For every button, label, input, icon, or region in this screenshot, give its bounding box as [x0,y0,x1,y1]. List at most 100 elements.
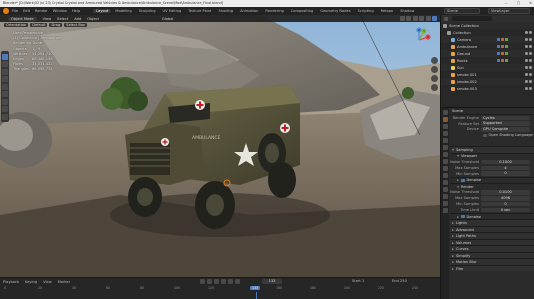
select-tool-icon[interactable] [2,53,8,60]
measure-tool-icon[interactable] [2,106,8,112]
outliner-row[interactable]: smoke.002 [441,78,534,85]
eye-icon[interactable] [524,31,528,34]
world-properties-icon[interactable] [442,145,448,150]
drag-dropdown[interactable]: Drag [49,23,63,27]
outliner-search-input[interactable] [452,16,492,21]
overlay-icon[interactable] [399,16,405,21]
section-film[interactable]: ▸ Film [450,264,534,272]
close-button[interactable]: ✕ [529,1,532,5]
rotate-tool-icon[interactable] [2,76,8,82]
play-icon[interactable] [221,279,226,284]
outliner-row[interactable]: Camera [441,36,534,43]
r-max-samples-field[interactable]: 4096 [481,195,530,201]
physics-properties-icon[interactable] [442,180,448,185]
outliner-row[interactable]: Ground [441,50,534,57]
scene-properties-icon[interactable] [442,138,448,143]
maximize-button[interactable]: □ [517,1,520,5]
device-dropdown[interactable]: GPU Compute [481,127,530,132]
object-menu[interactable]: Object [87,17,99,21]
annotate-tool-icon[interactable] [2,98,8,105]
outliner-row[interactable]: Rocks [441,57,534,64]
tab-uv-editing[interactable]: UV Editing [160,9,185,13]
menu-window[interactable]: Window [53,9,67,13]
vp-max-samples-field[interactable]: 4 [481,165,530,171]
outliner-row[interactable]: Ambulance [441,43,534,50]
output-properties-icon[interactable] [442,124,448,129]
outliner-row[interactable]: smoke.003 [441,85,534,92]
constraints-properties-icon[interactable] [442,187,448,192]
tab-geometry-nodes[interactable]: Geometry Nodes [317,9,353,13]
playhead-frame-label[interactable]: 133 [250,286,261,290]
tab-scripting[interactable]: Scripting [355,9,377,13]
next-keyframe-icon[interactable] [228,279,233,284]
frame-start-value[interactable]: 1 [362,279,364,283]
pivot-default-dropdown[interactable]: Default [30,23,48,27]
transform-tool-icon[interactable] [2,91,8,97]
minimize-button[interactable]: — [504,1,507,5]
zoom-icon[interactable] [431,57,438,64]
tab-modeling[interactable]: Modeling [112,9,134,13]
vp-noise-threshold-field[interactable]: 0.1000 [481,159,530,165]
tool-properties-icon[interactable] [442,110,448,115]
tab-compositing[interactable]: Compositing [288,9,317,13]
eye-icon[interactable] [524,87,528,90]
r-noise-threshold-field[interactable]: 0.0100 [481,190,530,195]
prev-keyframe-icon[interactable] [207,279,212,284]
eye-icon[interactable] [524,80,528,83]
tab-retopo[interactable]: Retopo [378,9,397,13]
render-properties-icon[interactable] [442,117,448,122]
camera-icon[interactable] [529,66,532,69]
menu-file[interactable]: File [12,9,18,13]
3d-viewport[interactable]: AMBULANCE Object Mode View Select Add Ob… [0,15,440,277]
menu-render[interactable]: Render [35,9,48,13]
camera-icon[interactable] [529,73,532,76]
solid-shading-icon[interactable] [419,16,424,21]
data-properties-icon[interactable] [442,194,448,199]
timeline-keying-menu[interactable]: Keying [25,280,37,284]
menu-edit[interactable]: Edit [23,9,30,13]
tab-rendering[interactable]: Rendering [262,9,286,13]
move-tool-icon[interactable] [2,68,8,75]
wireframe-shading-icon[interactable] [412,16,418,21]
material-properties-icon[interactable] [442,201,448,206]
view-layer-selector[interactable]: ViewLayer [488,8,530,14]
render-engine-dropdown[interactable]: Cycles [481,115,530,121]
collection-properties-icon[interactable] [442,152,448,157]
orientation-dropdown[interactable]: Orientation [4,23,29,27]
timeline-marker-menu[interactable]: Marker [58,280,70,284]
outliner-filter-icon[interactable] [444,16,448,21]
r-denoise-checkbox[interactable] [461,214,465,219]
select-box-dropdown[interactable]: Select Box [64,23,88,27]
vp-denoise-checkbox[interactable] [461,178,465,183]
feature-set-dropdown[interactable]: Supported [481,121,530,126]
tab-layout[interactable]: Layout [93,9,112,13]
rendered-shading-icon[interactable] [432,16,437,21]
tab-shading[interactable]: Shading [215,9,236,13]
add-menu[interactable]: Add [74,17,81,21]
timeline-view-menu[interactable]: View [43,280,52,284]
jump-start-icon[interactable] [200,279,205,284]
camera-icon[interactable] [529,45,532,48]
timeline-editor[interactable]: Playback Keying View Marker 133 Start 1 … [0,277,440,299]
eye-icon[interactable] [524,45,528,48]
frame-start[interactable]: Start 1 [352,279,364,283]
add-cube-tool-icon[interactable] [2,113,8,120]
xray-icon[interactable] [406,16,411,21]
modifier-properties-icon[interactable] [442,166,448,171]
object-properties-icon[interactable] [442,159,448,164]
osl-checkbox[interactable] [483,133,487,138]
timeline-ruler[interactable]: 0 20 40 60 80 100 120 133 160 180 200 22… [0,286,440,292]
camera-view-icon[interactable] [431,75,438,82]
outliner-row[interactable]: Sun [441,64,534,71]
playhead[interactable] [256,292,257,299]
eye-icon[interactable] [524,66,528,69]
blender-logo-icon[interactable] [3,8,9,14]
r-time-limit-field[interactable]: 0 sec [481,207,530,213]
camera-icon[interactable] [529,59,532,62]
camera-icon[interactable] [529,52,532,55]
tab-animation[interactable]: Animation [237,9,261,13]
current-frame-field[interactable]: 133 [262,279,282,284]
view-layer-properties-icon[interactable] [442,131,448,136]
scene-selector[interactable]: Scene [444,8,480,14]
eye-icon[interactable] [524,38,528,41]
